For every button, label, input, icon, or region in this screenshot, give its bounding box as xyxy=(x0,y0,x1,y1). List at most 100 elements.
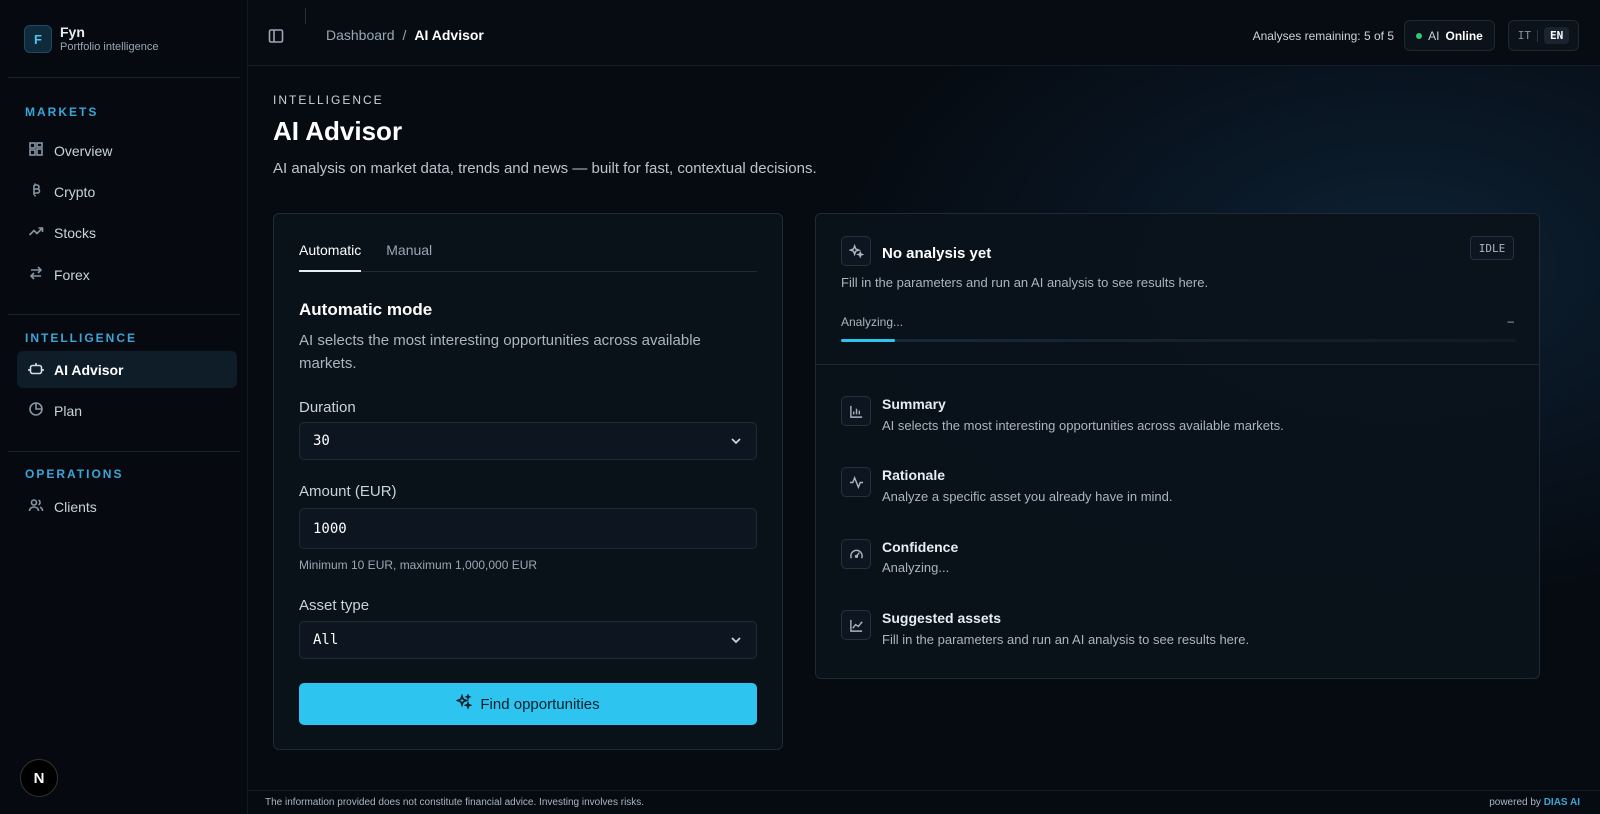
sidebar: F Fyn Portfolio intelligence MARKETS Ove… xyxy=(0,0,248,814)
sidebar-item-label: Clients xyxy=(54,498,97,515)
amount-input[interactable]: 1000 xyxy=(299,508,757,549)
analysis-result-card: No analysis yet Fill in the parameters a… xyxy=(815,213,1540,679)
powered-brand-link[interactable]: DIAS AI xyxy=(1544,797,1580,808)
sparkles-icon xyxy=(455,693,473,714)
grid-icon xyxy=(28,141,44,160)
sidebar-section-markets: MARKETS xyxy=(25,105,99,119)
line-chart-icon xyxy=(841,610,871,640)
sidebar-item-label: Forex xyxy=(54,266,90,283)
lang-option-en[interactable]: EN xyxy=(1544,27,1570,44)
footer: The information provided does not consti… xyxy=(248,790,1600,814)
result-divider xyxy=(816,364,1539,365)
pulse-icon xyxy=(841,467,871,497)
suggested-assets-title: Suggested assets xyxy=(882,610,1002,626)
mode-title: Automatic mode xyxy=(299,300,433,319)
lang-option-it[interactable]: IT xyxy=(1518,29,1531,42)
asset-type-select[interactable]: All xyxy=(299,621,757,659)
sidebar-divider xyxy=(8,451,240,452)
sidebar-toggle-icon[interactable] xyxy=(268,28,284,44)
suggested-assets-text: Fill in the parameters and run an AI ana… xyxy=(882,632,1250,647)
chevron-down-icon xyxy=(730,634,742,646)
page-subtitle: AI analysis on market data, trends and n… xyxy=(273,160,817,177)
breadcrumb-separator: / xyxy=(402,27,407,43)
sidebar-item-label: Plan xyxy=(54,402,83,419)
ai-status-badge: AI Online xyxy=(1404,20,1495,51)
page-title: AI Advisor xyxy=(273,116,403,146)
brand-tagline: Portfolio intelligence xyxy=(60,41,159,53)
trend-up-icon xyxy=(28,223,44,242)
sidebar-item-label: Stocks xyxy=(54,224,97,241)
status-dot-icon xyxy=(1416,32,1423,39)
duration-select[interactable]: 30 xyxy=(299,422,757,460)
lang-divider xyxy=(1537,29,1538,42)
progress-fill xyxy=(841,339,895,342)
progress-bar xyxy=(841,339,1516,342)
confidence-text: Analyzing... xyxy=(882,560,950,575)
sidebar-section-intelligence: INTELLIGENCE xyxy=(25,331,138,345)
main-content: INTELLIGENCE AI Advisor AI analysis on m… xyxy=(248,66,1600,790)
sidebar-section-operations: OPERATIONS xyxy=(25,467,124,481)
page-eyebrow: INTELLIGENCE xyxy=(273,93,384,107)
sidebar-item-clients[interactable]: Clients xyxy=(17,488,237,525)
amount-value: 1000 xyxy=(313,520,347,537)
language-switcher: IT EN xyxy=(1508,20,1579,51)
amount-hint: Minimum 10 EUR, maximum 1,000,000 EUR xyxy=(299,558,538,572)
sidebar-item-plan[interactable]: Plan xyxy=(17,392,237,429)
header-divider xyxy=(305,8,306,24)
bitcoin-icon xyxy=(28,182,44,201)
brand-name: Fyn xyxy=(60,24,85,40)
ai-status-prefix: AI xyxy=(1428,28,1440,43)
result-subtitle: Fill in the parameters and run an AI ana… xyxy=(841,275,1209,290)
summary-title: Summary xyxy=(882,396,946,412)
pie-icon xyxy=(28,401,44,420)
top-header: Dashboard / AI Advisor Analyses remainin… xyxy=(248,0,1600,66)
asset-type-value: All xyxy=(313,632,339,648)
result-title: No analysis yet xyxy=(882,245,992,262)
rationale-title: Rationale xyxy=(882,467,946,483)
duration-value: 30 xyxy=(313,433,330,449)
sidebar-item-label: AI Advisor xyxy=(54,361,124,378)
tab-automatic[interactable]: Automatic xyxy=(299,240,362,272)
button-label: Find opportunities xyxy=(480,695,600,713)
brand[interactable]: F Fyn Portfolio intelligence xyxy=(24,24,158,54)
breadcrumb-current: AI Advisor xyxy=(414,27,484,43)
powered-prefix: powered by xyxy=(1489,797,1541,808)
brand-logo: F xyxy=(24,25,52,53)
sidebar-item-overview[interactable]: Overview xyxy=(17,132,237,169)
sidebar-divider xyxy=(8,314,240,315)
gauge-icon xyxy=(841,539,871,569)
dev-badge[interactable]: N xyxy=(20,759,58,797)
sidebar-item-label: Crypto xyxy=(54,183,96,200)
sidebar-item-stocks[interactable]: Stocks xyxy=(17,214,237,251)
sidebar-item-forex[interactable]: Forex xyxy=(17,256,237,293)
progress-label: Analyzing... xyxy=(841,315,904,329)
tab-manual[interactable]: Manual xyxy=(386,240,432,272)
sparkles-icon xyxy=(841,236,871,266)
powered-by: powered by DIAS AI xyxy=(1489,797,1580,808)
progress-value: – xyxy=(1507,314,1514,328)
analyses-remaining: Analyses remaining: 5 of 5 xyxy=(1252,29,1394,43)
swap-icon xyxy=(28,265,44,284)
analysis-form-card: Automatic Manual Automatic mode AI selec… xyxy=(273,213,783,750)
summary-text: AI selects the most interesting opportun… xyxy=(882,418,1284,433)
sidebar-item-ai-advisor[interactable]: AI Advisor xyxy=(17,351,237,388)
footer-disclaimer: The information provided does not consti… xyxy=(265,797,645,808)
users-icon xyxy=(28,497,44,516)
bar-chart-icon xyxy=(841,396,871,426)
sidebar-item-label: Overview xyxy=(54,142,113,159)
find-opportunities-button[interactable]: Find opportunities xyxy=(299,683,757,725)
sidebar-divider xyxy=(8,77,240,78)
breadcrumb: Dashboard / AI Advisor xyxy=(326,27,484,43)
ai-status-value: Online xyxy=(1445,28,1483,43)
asset-type-label: Asset type xyxy=(299,597,370,614)
bot-icon xyxy=(28,360,44,379)
amount-label: Amount (EUR) xyxy=(299,483,397,500)
confidence-title: Confidence xyxy=(882,539,959,555)
mode-description: AI selects the most interesting opportun… xyxy=(299,332,701,372)
chevron-down-icon xyxy=(730,435,742,447)
rationale-text: Analyze a specific asset you already hav… xyxy=(882,489,1173,504)
breadcrumb-root[interactable]: Dashboard xyxy=(326,27,395,43)
sidebar-item-crypto[interactable]: Crypto xyxy=(17,173,237,210)
status-badge: IDLE xyxy=(1470,236,1514,260)
duration-label: Duration xyxy=(299,399,356,416)
